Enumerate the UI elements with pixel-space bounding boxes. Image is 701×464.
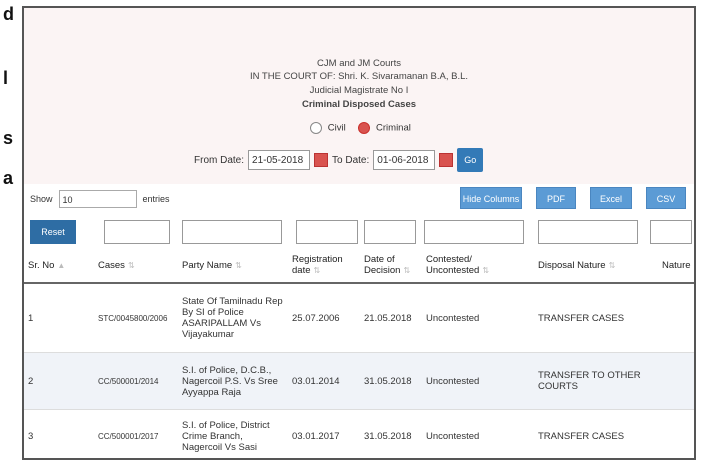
calendar-icon[interactable] bbox=[314, 153, 329, 167]
filter-input-party[interactable] bbox=[182, 220, 282, 244]
cell-decision: 21.05.2018 bbox=[360, 282, 422, 353]
page-length: Show 10 entries bbox=[30, 190, 170, 208]
reset-button[interactable]: Reset bbox=[30, 220, 76, 244]
column-filters: Reset bbox=[24, 214, 694, 248]
criminal-radio[interactable] bbox=[358, 122, 371, 134]
filter-input-contested[interactable] bbox=[424, 220, 524, 244]
show-label: Show bbox=[30, 194, 53, 204]
cell-contested: Uncontested bbox=[422, 409, 534, 458]
cases-table: Sr. No ▲ Cases ⇅ Party Name ⇅ Registration … bbox=[24, 248, 694, 458]
column-header[interactable]: Sr. No ▲ bbox=[24, 248, 94, 284]
to-date-label: To Date: bbox=[332, 154, 370, 166]
cell-nature bbox=[658, 352, 694, 410]
cell-case: CC/500001/2014 bbox=[94, 352, 178, 410]
column-header[interactable]: Nature bbox=[658, 248, 694, 284]
filter-input-decision[interactable] bbox=[364, 220, 416, 244]
cell-sr: 1 bbox=[24, 282, 94, 353]
go-button[interactable]: Go bbox=[457, 148, 484, 172]
margin-letter: d bbox=[3, 4, 14, 24]
hide-columns-button[interactable]: Hide Columns bbox=[460, 187, 522, 209]
filter-input-registration[interactable] bbox=[296, 220, 358, 244]
column-header[interactable]: Date of Decision ⇅ bbox=[360, 248, 422, 284]
filter-input-nature[interactable] bbox=[650, 220, 692, 244]
cell-case: STC/0045800/2006 bbox=[94, 282, 178, 353]
cell-decision: 31.05.2018 bbox=[360, 352, 422, 410]
excel-button[interactable]: Excel bbox=[590, 187, 632, 209]
judge-name: IN THE COURT OF: Shri. K. Sivaramanan B.… bbox=[249, 71, 469, 82]
page-title: Criminal Disposed Cases bbox=[301, 99, 417, 110]
table-header-row: Sr. No ▲ Cases ⇅ Party Name ⇅ Registration … bbox=[24, 248, 694, 284]
criminal-label: Criminal bbox=[376, 122, 411, 134]
cell-disposal: TRANSFER CASES bbox=[534, 409, 658, 458]
cell-contested: Uncontested bbox=[422, 352, 534, 410]
from-date-label: From Date: bbox=[194, 154, 245, 166]
margin-letter: l bbox=[3, 68, 9, 88]
from-date-input[interactable]: 21-05-2018 bbox=[248, 150, 311, 170]
case-type-selector: Civil Criminal bbox=[24, 122, 694, 134]
table-row[interactable]: 2 CC/500001/2014 S.I. of Police, D.C.B.,… bbox=[24, 352, 694, 410]
cell-sr: 3 bbox=[24, 409, 94, 458]
date-filter: From Date: 21-05-2018 To Date: 01-06-201… bbox=[194, 148, 484, 172]
column-header[interactable]: Contested/ Uncontested ⇅ bbox=[422, 248, 534, 284]
court-name: CJM and JM Courts bbox=[317, 58, 401, 69]
civil-radio[interactable] bbox=[310, 122, 323, 134]
entries-select[interactable]: 10 bbox=[58, 190, 137, 208]
entries-label: entries bbox=[142, 194, 170, 204]
csv-button[interactable]: CSV bbox=[646, 187, 686, 209]
cell-nature bbox=[658, 282, 694, 353]
left-margin-letters: d l s a bbox=[0, 0, 20, 464]
column-header[interactable]: Registration date ⇅ bbox=[288, 248, 360, 284]
cell-party: S.I. of Police, District Crime Branch, N… bbox=[178, 409, 288, 458]
margin-letter: s bbox=[3, 128, 14, 148]
cell-sr: 2 bbox=[24, 352, 94, 410]
table-row[interactable]: 1 STC/0045800/2006 State Of Tamilnadu Re… bbox=[24, 282, 694, 353]
column-header[interactable]: Disposal Nature ⇅ bbox=[534, 248, 658, 284]
table-row[interactable]: 3 CC/500001/2017 S.I. of Police, Distric… bbox=[24, 409, 694, 458]
cell-decision: 31.05.2018 bbox=[360, 409, 422, 458]
cell-contested: Uncontested bbox=[422, 282, 534, 353]
cell-party: S.I. of Police, D.C.B., Nagercoil P.S. V… bbox=[178, 352, 288, 410]
cell-disposal: TRANSFER CASES bbox=[534, 282, 658, 353]
court-header: CJM and JM Courts IN THE COURT OF: Shri.… bbox=[24, 8, 694, 184]
to-date-input[interactable]: 01-06-2018 bbox=[373, 150, 436, 170]
margin-letter: a bbox=[3, 168, 14, 188]
column-header[interactable]: Party Name ⇅ bbox=[178, 248, 288, 284]
cell-party: State Of Tamilnadu Rep By SI of Police A… bbox=[178, 282, 288, 353]
civil-label: Civil bbox=[327, 122, 346, 134]
filter-input-cases[interactable] bbox=[104, 220, 170, 244]
cell-registration: 03.01.2014 bbox=[288, 352, 360, 410]
cell-registration: 03.01.2017 bbox=[288, 409, 360, 458]
cell-registration: 25.07.2006 bbox=[288, 282, 360, 353]
pdf-button[interactable]: PDF bbox=[536, 187, 576, 209]
cell-disposal: TRANSFER TO OTHER COURTS bbox=[534, 352, 658, 410]
filter-input-disposal[interactable] bbox=[538, 220, 638, 244]
column-header[interactable]: Cases ⇅ bbox=[94, 248, 178, 284]
cell-nature bbox=[658, 409, 694, 458]
judge-designation: Judicial Magistrate No I bbox=[309, 85, 409, 96]
screenshot-frame: CJM and JM Courts IN THE COURT OF: Shri.… bbox=[22, 6, 696, 460]
calendar-icon[interactable] bbox=[439, 153, 454, 167]
cell-case: CC/500001/2017 bbox=[94, 409, 178, 458]
